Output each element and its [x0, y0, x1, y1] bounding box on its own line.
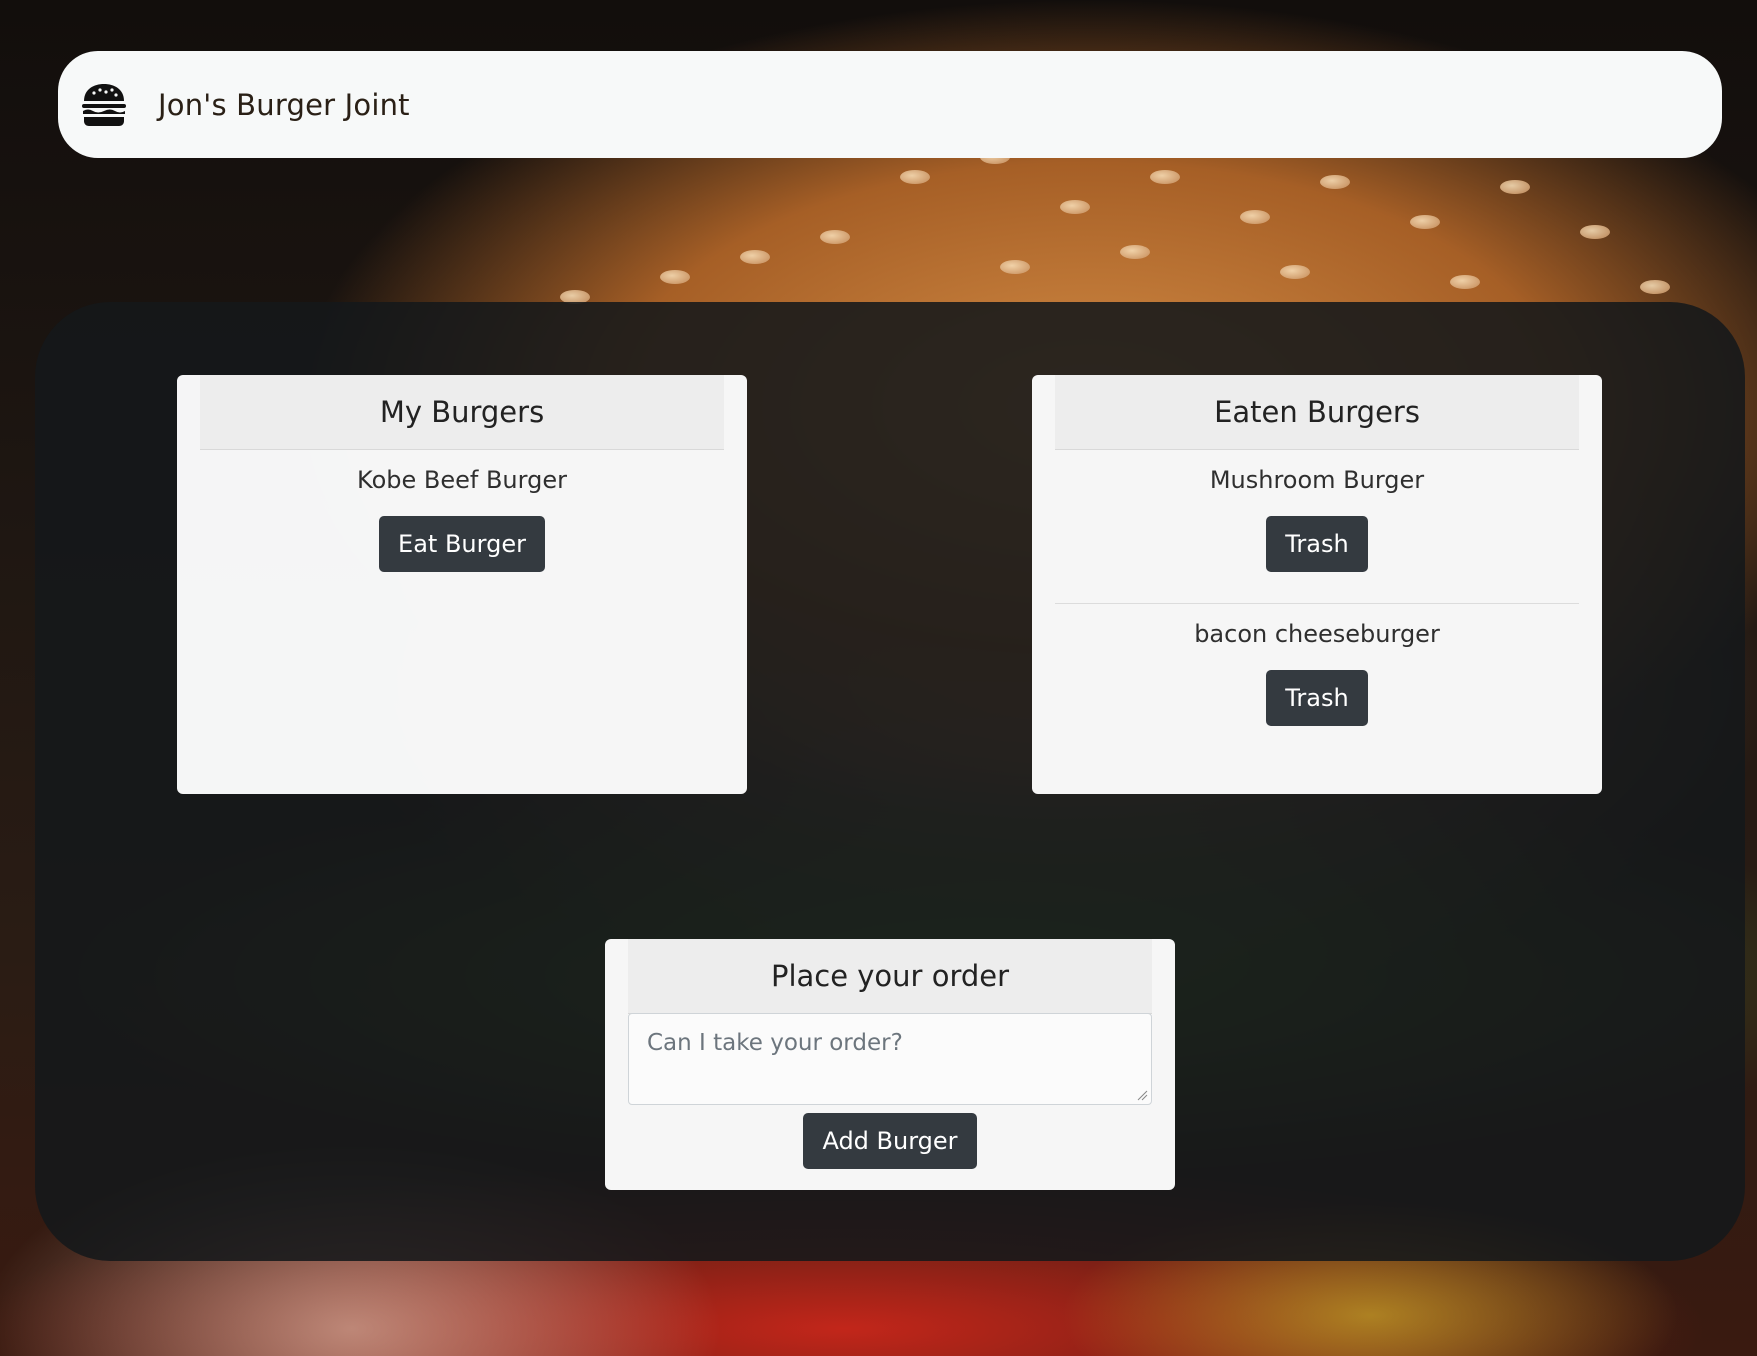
order-actions: Add Burger: [628, 1101, 1152, 1169]
eat-burger-button[interactable]: Eat Burger: [379, 516, 545, 572]
resize-grip-icon[interactable]: [1136, 1089, 1148, 1101]
hamburger-icon[interactable]: [80, 81, 128, 129]
add-burger-button[interactable]: Add Burger: [803, 1113, 977, 1169]
order-input[interactable]: [628, 1013, 1152, 1105]
eaten-burgers-card: Eaten Burgers Mushroom Burger Trash baco…: [1032, 375, 1602, 794]
list-item: Kobe Beef Burger Eat Burger: [200, 460, 724, 572]
eaten-burgers-title: Eaten Burgers: [1055, 375, 1579, 450]
list-item: bacon cheeseburger Trash: [1055, 614, 1579, 726]
main-panel: My Burgers Kobe Beef Burger Eat Burger E…: [35, 302, 1745, 1261]
burger-name: Mushroom Burger: [1209, 466, 1425, 494]
my-burgers-card: My Burgers Kobe Beef Burger Eat Burger: [177, 375, 747, 794]
divider: [1055, 603, 1579, 604]
trash-button[interactable]: Trash: [1266, 516, 1368, 572]
list-item: Mushroom Burger Trash: [1055, 460, 1579, 572]
burger-name: Kobe Beef Burger: [357, 466, 567, 494]
burger-name: bacon cheeseburger: [1194, 620, 1440, 648]
brand-name[interactable]: Jon's Burger Joint: [158, 88, 410, 122]
order-title: Place your order: [628, 939, 1152, 1014]
trash-button[interactable]: Trash: [1266, 670, 1368, 726]
order-card: Place your order Add Burger: [605, 939, 1175, 1190]
navbar: Jon's Burger Joint: [58, 51, 1722, 158]
my-burgers-title: My Burgers: [200, 375, 724, 450]
